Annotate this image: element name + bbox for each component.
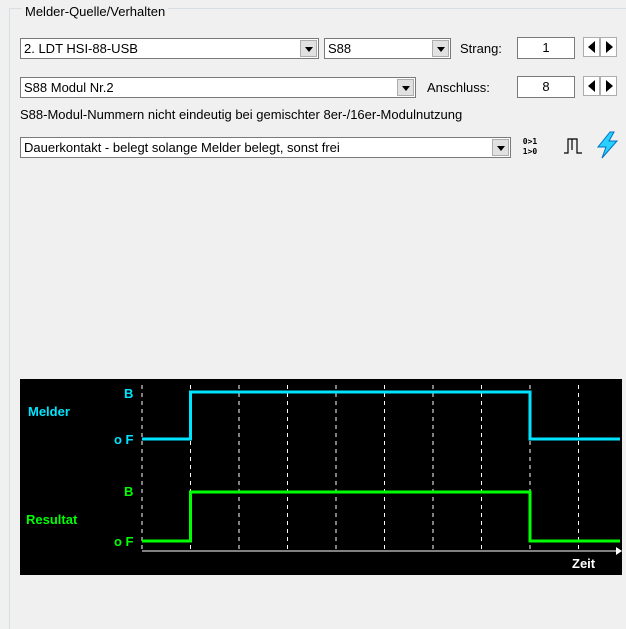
strang-decrement-icon[interactable] [583, 37, 600, 57]
anschluss-increment-icon[interactable] [600, 76, 617, 96]
warning-text: S88-Modul-Nummern nicht eindeutig bei ge… [20, 107, 463, 122]
chevron-down-icon[interactable] [492, 139, 509, 156]
group-title: Melder-Quelle/Verhalten [22, 4, 169, 20]
timing-diagram-svg: Melder Resultat B o F B o F Zeit [26, 385, 622, 571]
invert-bottom-text: 1>0 [523, 147, 538, 156]
resultat-signal-line [142, 490, 620, 543]
time-axis-arrow-icon [616, 547, 622, 555]
chevron-down-icon[interactable] [432, 40, 449, 57]
anschluss-input[interactable]: 8 [517, 76, 575, 98]
anschluss-label: Anschluss: [427, 80, 490, 95]
module-combo[interactable]: S88 Modul Nr.2 [20, 77, 416, 98]
bus-combo-value: S88 [328, 41, 352, 56]
device-combo-value: 2. LDT HSI-88-USB [24, 41, 138, 56]
strang-label: Strang: [460, 41, 502, 56]
invert-logic-icon[interactable]: 0>1 1>0 [518, 134, 542, 158]
melder-signal-line [142, 390, 620, 441]
chevron-down-icon[interactable] [397, 79, 414, 96]
pulse-signal-icon[interactable] [561, 134, 585, 158]
module-combo-value: S88 Modul Nr.2 [24, 80, 114, 95]
anschluss-decrement-icon[interactable] [583, 76, 600, 96]
melder-label: Melder [28, 404, 70, 419]
timing-diagram: Melder Resultat B o F B o F Zeit [20, 379, 622, 575]
strang-increment-icon[interactable] [600, 37, 617, 57]
bus-combo[interactable]: S88 [324, 38, 451, 59]
melder-high-label: B [124, 386, 133, 401]
resultat-label: Resultat [26, 512, 78, 527]
strang-input[interactable]: 1 [517, 37, 575, 59]
behavior-combo-value: Dauerkontakt - belegt solange Melder bel… [24, 140, 340, 155]
melder-low-label: o F [114, 432, 134, 447]
device-combo[interactable]: 2. LDT HSI-88-USB [20, 38, 319, 59]
lightning-icon[interactable] [594, 131, 619, 159]
behavior-combo[interactable]: Dauerkontakt - belegt solange Melder bel… [20, 137, 511, 158]
invert-top-text: 0>1 [523, 137, 538, 146]
resultat-high-label: B [124, 484, 133, 499]
chevron-down-icon[interactable] [300, 40, 317, 57]
time-label: Zeit [572, 556, 596, 571]
resultat-low-label: o F [114, 534, 134, 549]
